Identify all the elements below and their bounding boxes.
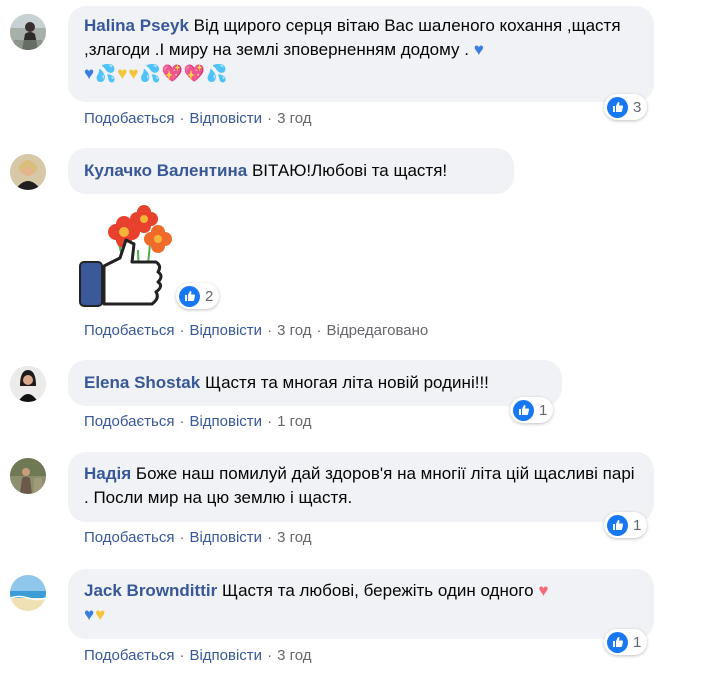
heart-icon: ♥: [117, 64, 129, 83]
separator: ·: [267, 110, 273, 127]
comment-text: Щастя та любові, бережіть один одного: [221, 581, 534, 600]
heart-icon: ♥: [538, 581, 550, 600]
separator: ·: [179, 413, 185, 430]
like-icon: [607, 514, 628, 536]
avatar[interactable]: [10, 458, 46, 494]
reaction-count[interactable]: 2: [176, 283, 220, 309]
comment-author[interactable]: Halina Pseyk: [84, 16, 189, 35]
avatar[interactable]: [10, 575, 46, 611]
avatar[interactable]: [10, 14, 46, 50]
comment-author[interactable]: Кулачко Валентина: [84, 161, 247, 180]
like-icon: [607, 96, 628, 118]
reply-link[interactable]: Відповісти: [189, 647, 262, 664]
like-icon: [607, 631, 628, 653]
avatar[interactable]: [10, 366, 46, 402]
separator: ·: [179, 110, 185, 127]
separator: ·: [267, 413, 273, 430]
comment-actions: Подобається · Відповісти · 3 год: [84, 647, 311, 664]
comment-actions: Подобається · Відповісти · 3 год: [84, 110, 311, 127]
timestamp-link[interactable]: 3 год: [277, 529, 311, 546]
like-link[interactable]: Подобається: [84, 529, 174, 546]
separator: ·: [267, 647, 273, 664]
heart-icon: ♥: [84, 605, 96, 624]
avatar[interactable]: [10, 154, 46, 190]
timestamp-link[interactable]: 1 год: [277, 413, 311, 430]
sparkling-heart-icon: 💖: [161, 64, 184, 83]
reaction-count[interactable]: 1: [510, 397, 554, 423]
separator: ·: [179, 529, 185, 546]
reaction-count-value: 2: [205, 287, 214, 305]
like-link[interactable]: Подобається: [84, 110, 174, 127]
timestamp-link[interactable]: 3 год: [277, 322, 311, 339]
like-link[interactable]: Подобається: [84, 413, 174, 430]
sweat-droplets-icon: 💦: [139, 64, 162, 83]
edited-label[interactable]: Відредаговано: [326, 322, 428, 339]
comment-bubble: Elena Shostak Щастя та многая літа новій…: [68, 360, 562, 406]
heart-icon: ♥: [128, 64, 140, 83]
like-link[interactable]: Подобається: [84, 322, 174, 339]
flowers-thumbs-up-sticker: [78, 200, 178, 312]
comment-bubble: Надія Боже наш помилуй дай здоров'я на м…: [68, 452, 654, 522]
reaction-count[interactable]: 1: [604, 629, 648, 655]
like-link[interactable]: Подобається: [84, 647, 174, 664]
separator: ·: [179, 647, 185, 664]
reply-link[interactable]: Відповісти: [189, 110, 262, 127]
reaction-count-value: 1: [539, 401, 548, 419]
comment-actions: Подобається · Відповісти · 1 год: [84, 413, 311, 430]
comment-bubble: Jack Browndittir Щастя та любові, бережі…: [68, 569, 654, 639]
heart-icon: ♥: [84, 64, 96, 83]
comment-actions: Подобається · Відповісти · 3 год: [84, 529, 311, 546]
comment-author[interactable]: Elena Shostak: [84, 373, 200, 392]
reaction-count-value: 1: [633, 633, 642, 651]
sweat-droplets-icon: 💦: [205, 64, 229, 83]
like-icon: [179, 285, 200, 307]
comment-text: Щастя та многая літа новій родині!!!: [204, 373, 489, 392]
separator: ·: [267, 529, 273, 546]
separator: ·: [267, 322, 273, 339]
comment-text: ВІТАЮ!Любові та щастя!: [251, 161, 448, 180]
emoji-row: ♥💦♥♥💦💖💖💦: [84, 64, 228, 83]
timestamp-link[interactable]: 3 год: [277, 647, 311, 664]
emoji-row: ♥♥: [84, 605, 106, 624]
comment-actions: Подобається · Відповісти · 3 год · Відредагова…: [84, 322, 428, 339]
heart-icon: ♥: [95, 605, 107, 624]
reply-link[interactable]: Відповісти: [189, 322, 262, 339]
reaction-count-value: 3: [633, 98, 642, 116]
comment-author[interactable]: Надія: [84, 464, 131, 483]
comment-text: Боже наш помилуй дай здоров'я на многії …: [84, 464, 635, 507]
reply-link[interactable]: Відповісти: [189, 529, 262, 546]
comment-bubble: Halina Pseyk Від щирого серця вітаю Вас …: [68, 6, 654, 102]
timestamp-link[interactable]: 3 год: [277, 110, 311, 127]
reaction-count[interactable]: 1: [604, 512, 648, 538]
like-icon: [513, 399, 534, 421]
separator: ·: [179, 322, 185, 339]
comment-author[interactable]: Jack Browndittir: [84, 581, 217, 600]
reaction-count-value: 1: [633, 516, 642, 534]
heart-icon: ♥: [473, 40, 485, 59]
separator: ·: [316, 322, 322, 339]
comment-bubble: Кулачко Валентина ВІТАЮ!Любові та щастя!: [68, 148, 514, 194]
sparkling-heart-icon: 💖: [183, 64, 206, 83]
reply-link[interactable]: Відповісти: [189, 413, 262, 430]
sweat-droplets-icon: 💦: [95, 64, 118, 83]
reaction-count[interactable]: 3: [604, 94, 648, 120]
